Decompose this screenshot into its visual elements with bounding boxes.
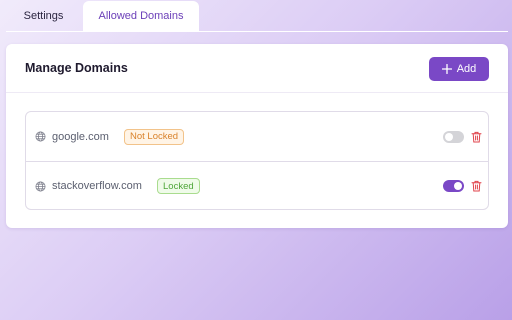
lock-toggle[interactable] <box>443 180 464 192</box>
domain-row-stackoverflow: stackoverflow.com Locked <box>26 161 488 209</box>
tab-allowed-domains[interactable]: Allowed Domains <box>83 1 199 31</box>
tab-bar: Settings Allowed Domains <box>6 1 508 32</box>
globe-icon <box>35 181 46 191</box>
toggle-knob <box>445 132 453 141</box>
lock-toggle[interactable] <box>443 130 464 143</box>
trash-icon[interactable] <box>471 180 482 192</box>
card-header: Manage Domains Add <box>6 44 508 93</box>
tab-settings[interactable]: Settings <box>6 1 81 31</box>
status-badge: Locked <box>157 178 200 194</box>
add-domain-button[interactable]: Add <box>429 57 489 81</box>
domain-name: stackoverflow.com <box>52 180 142 192</box>
plus-icon <box>441 64 452 74</box>
add-button-label: Add <box>456 63 477 75</box>
domain-row-google: google.com Not Locked <box>26 112 488 161</box>
card-title: Manage Domains <box>25 61 128 75</box>
status-badge: Not Locked <box>124 128 185 145</box>
trash-icon[interactable] <box>471 131 482 143</box>
toggle-knob <box>454 182 462 190</box>
globe-icon <box>35 131 46 142</box>
domain-name: google.com <box>52 130 109 143</box>
manage-domains-card: Manage Domains Add google.com Not Locked <box>6 44 508 228</box>
domain-list: google.com Not Locked stackoverflow.com … <box>25 111 489 210</box>
